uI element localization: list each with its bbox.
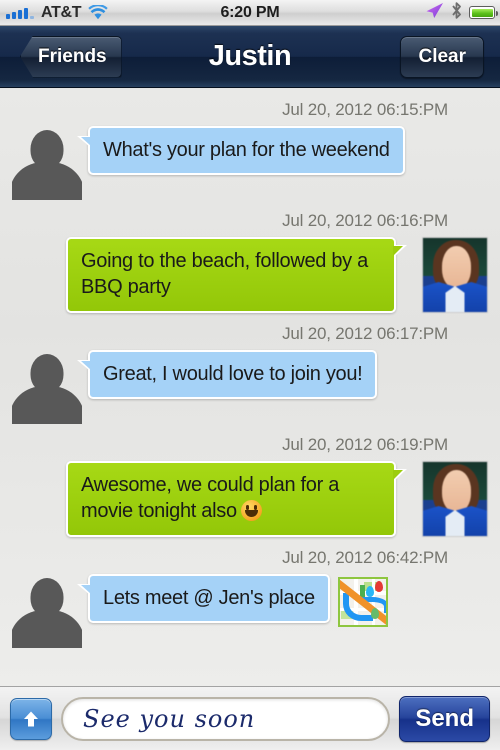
message-item: Jul 20, 2012 06:15:PM What's your plan f… bbox=[0, 100, 500, 200]
message-timestamp: Jul 20, 2012 06:15:PM bbox=[282, 100, 448, 119]
message-row: Going to the beach, followed by a BBQ pa… bbox=[12, 237, 488, 313]
message-bubble-incoming[interactable]: Lets meet @ Jen's place bbox=[77, 574, 330, 624]
back-button-friends[interactable]: Friends bbox=[20, 35, 122, 78]
message-item: Jul 20, 2012 06:42:PM Lets meet @ Jen's … bbox=[0, 548, 500, 648]
message-input-value: See you soon bbox=[83, 704, 256, 733]
message-text: Awesome, we could plan for a movie tonig… bbox=[81, 474, 340, 523]
message-row: Lets meet @ Jen's place bbox=[12, 574, 488, 648]
silhouette-avatar[interactable] bbox=[12, 350, 82, 424]
silhouette-avatar[interactable] bbox=[12, 574, 82, 648]
message-row: Awesome, we could plan for a movie tonig… bbox=[12, 461, 488, 537]
message-bubble-incoming[interactable]: What's your plan for the weekend bbox=[77, 126, 405, 176]
message-timestamp: Jul 20, 2012 06:17:PM bbox=[282, 324, 448, 343]
attach-button[interactable] bbox=[10, 697, 52, 740]
grinning-face-icon bbox=[240, 500, 262, 522]
clock-label: 6:20 PM bbox=[220, 3, 280, 21]
message-list[interactable]: Jul 20, 2012 06:15:PM What's your plan f… bbox=[0, 89, 500, 686]
message-timestamp: Jul 20, 2012 06:19:PM bbox=[282, 435, 448, 454]
message-compose-toolbar: See you soon Send bbox=[0, 686, 500, 750]
battery-full-icon bbox=[469, 6, 498, 19]
message-row: Great, I would love to join you! bbox=[12, 350, 488, 424]
nav-bar: Friends Justin Clear bbox=[0, 26, 500, 88]
message-item: Jul 20, 2012 06:17:PM Great, I would lov… bbox=[0, 324, 500, 424]
message-item: Jul 20, 2012 06:19:PM Awesome, we could … bbox=[0, 435, 500, 537]
message-input[interactable]: See you soon bbox=[61, 696, 391, 741]
send-button[interactable]: Send bbox=[399, 695, 490, 742]
message-row: What's your plan for the weekend bbox=[12, 126, 488, 200]
status-bar: AT&T 6:20 PM bbox=[0, 0, 500, 26]
up-arrow-icon bbox=[24, 711, 38, 726]
silhouette-avatar[interactable] bbox=[12, 126, 82, 200]
message-bubble-incoming[interactable]: Great, I would love to join you! bbox=[76, 350, 378, 400]
message-timestamp: Jul 20, 2012 06:42:PM bbox=[282, 548, 448, 567]
photo-avatar[interactable] bbox=[422, 237, 488, 313]
photo-avatar[interactable] bbox=[422, 461, 488, 537]
message-item: Jul 20, 2012 06:16:PM Going to the beach… bbox=[0, 211, 500, 313]
map-thumbnail-attachment[interactable] bbox=[337, 577, 388, 627]
message-bubble-outgoing[interactable]: Awesome, we could plan for a movie tonig… bbox=[66, 461, 407, 537]
message-timestamp: Jul 20, 2012 06:16:PM bbox=[282, 211, 448, 230]
message-bubble-outgoing[interactable]: Going to the beach, followed by a BBQ pa… bbox=[66, 237, 407, 313]
phone-screen: AT&T 6:20 PM Friends Justin Clear Jul 20… bbox=[0, 0, 500, 750]
